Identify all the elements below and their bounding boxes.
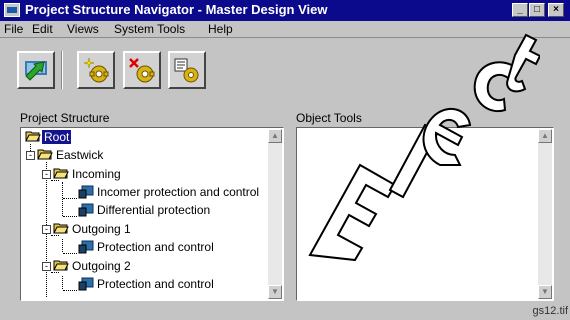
tree-node-protection-and-control[interactable]: Protection and control bbox=[23, 239, 263, 255]
tree-node-protection-and-control[interactable]: Protection and control bbox=[23, 276, 263, 292]
delete-object-button[interactable] bbox=[123, 51, 161, 89]
open-folder-icon bbox=[37, 149, 53, 160]
device-icon bbox=[78, 203, 94, 217]
tree-node-label: Protection and control bbox=[97, 277, 214, 291]
navigate-button[interactable] bbox=[17, 51, 55, 89]
tree-node-outgoing-1[interactable]: - Outgoing 1 bbox=[23, 221, 263, 237]
window-title: Project Structure Navigator - Master Des… bbox=[25, 2, 328, 17]
tree-node-label: Incomer protection and control bbox=[97, 185, 260, 199]
gear-sparkle-icon bbox=[83, 57, 109, 83]
scroll-down-arrow-icon[interactable]: ▼ bbox=[538, 285, 552, 299]
tree-node-label: Incoming bbox=[72, 167, 121, 181]
tree-node-incomer-protection[interactable]: Incomer protection and control bbox=[23, 184, 269, 200]
app-icon[interactable] bbox=[4, 3, 20, 17]
scroll-down-arrow-icon[interactable]: ▼ bbox=[268, 285, 282, 299]
tree-node-outgoing-2[interactable]: - Outgoing 2 bbox=[23, 258, 263, 274]
menu-system-tools[interactable]: System Tools bbox=[114, 22, 185, 36]
tree-node-root[interactable]: Root bbox=[23, 129, 263, 145]
menu-help[interactable]: Help bbox=[208, 22, 233, 36]
open-folder-icon bbox=[53, 223, 69, 234]
scroll-up-arrow-icon[interactable]: ▲ bbox=[538, 129, 552, 143]
device-icon bbox=[78, 277, 94, 291]
tree-node-label: Outgoing 1 bbox=[72, 222, 131, 236]
collapse-toggle[interactable]: - bbox=[42, 262, 51, 271]
device-icon bbox=[78, 185, 94, 199]
image-filename: gs12.tif bbox=[532, 305, 568, 317]
project-structure-tree[interactable]: Root - Eastwick - Incoming Incomer prote… bbox=[20, 127, 284, 301]
minimize-button[interactable]: _ bbox=[512, 3, 528, 17]
open-folder-icon bbox=[25, 131, 41, 142]
gear-document-icon bbox=[174, 58, 199, 83]
close-button[interactable]: × bbox=[548, 3, 564, 17]
collapse-toggle[interactable]: - bbox=[42, 170, 51, 179]
gear-red-x-icon bbox=[129, 58, 155, 83]
device-icon bbox=[78, 240, 94, 254]
open-folder-icon bbox=[53, 168, 69, 179]
menu-views[interactable]: Views bbox=[67, 22, 99, 36]
object-tools-label: Object Tools bbox=[296, 111, 362, 125]
tree-node-incoming[interactable]: - Incoming bbox=[23, 166, 263, 182]
object-tools-scrollbar[interactable]: ▲ ▼ bbox=[538, 129, 552, 299]
menu-file[interactable]: File bbox=[4, 22, 23, 36]
tree-scrollbar[interactable]: ▲ ▼ bbox=[268, 129, 282, 299]
properties-button[interactable] bbox=[168, 51, 206, 89]
collapse-toggle[interactable]: - bbox=[42, 225, 51, 234]
project-structure-label: Project Structure bbox=[20, 111, 110, 125]
scroll-up-arrow-icon[interactable]: ▲ bbox=[268, 129, 282, 143]
tree-node-label: Outgoing 2 bbox=[72, 259, 131, 273]
menu-edit[interactable]: Edit bbox=[32, 22, 53, 36]
title-bar[interactable]: Project Structure Navigator - Master Des… bbox=[0, 0, 570, 21]
toolbar bbox=[0, 37, 570, 98]
open-folder-icon bbox=[53, 260, 69, 271]
object-tools-pane[interactable]: ▲ ▼ bbox=[296, 127, 554, 301]
menu-bar: File Edit Views System Tools Help bbox=[0, 21, 570, 37]
tree-node-label: Protection and control bbox=[97, 240, 214, 254]
tree-node-label: Eastwick bbox=[56, 148, 104, 162]
tree-node-eastwick[interactable]: - Eastwick bbox=[23, 147, 263, 163]
maximize-button[interactable]: □ bbox=[529, 3, 545, 17]
tree-node-label: Differential protection bbox=[97, 203, 211, 217]
application-window: Project Structure Navigator - Master Des… bbox=[0, 0, 570, 320]
tree-node-label: Root bbox=[42, 130, 72, 144]
collapse-toggle[interactable]: - bbox=[26, 151, 35, 160]
green-arrow-network-icon bbox=[25, 61, 47, 81]
toolbar-separator bbox=[61, 51, 63, 89]
tree-node-differential-protection[interactable]: Differential protection bbox=[23, 202, 263, 218]
new-object-button[interactable] bbox=[77, 51, 115, 89]
